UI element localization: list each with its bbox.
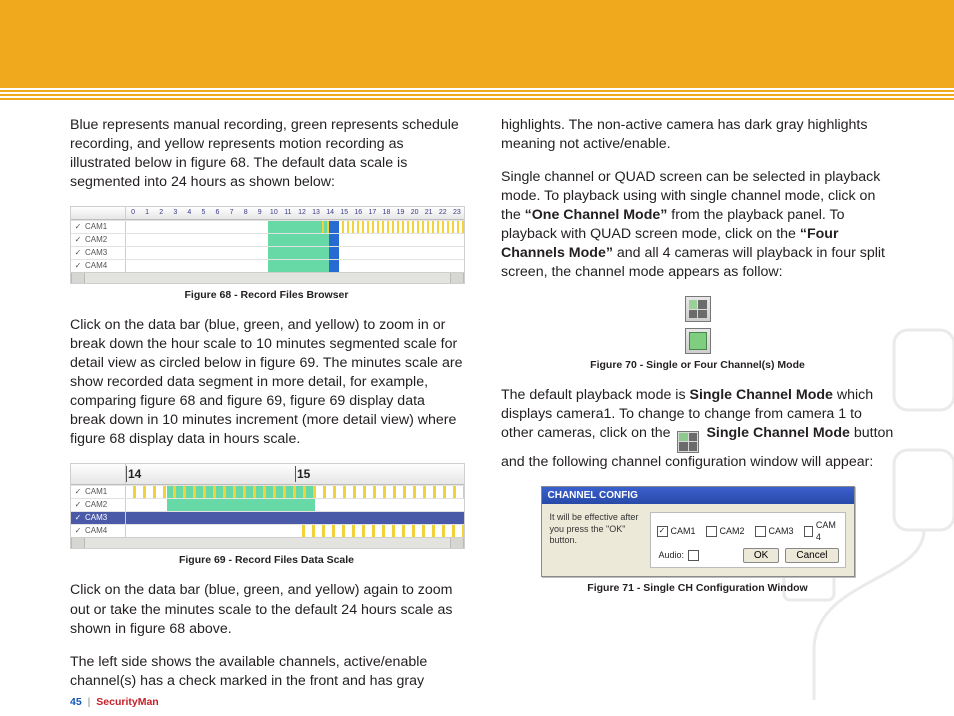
left-column: Blue represents manual recording, green … bbox=[70, 116, 463, 690]
figure-69-caption: Figure 69 - Record Files Data Scale bbox=[70, 553, 463, 567]
checkbox-cam4[interactable]: CAM 4 bbox=[804, 519, 839, 543]
checkbox-icon bbox=[706, 526, 717, 537]
checkmark-icon: ✓ bbox=[71, 247, 85, 259]
scroll-right-icon[interactable] bbox=[450, 538, 464, 548]
header-band bbox=[0, 0, 954, 88]
fig69-time-ruler: 14 15 bbox=[71, 464, 464, 485]
right-column: highlights. The non-active camera has da… bbox=[501, 116, 894, 690]
body-text: Click on the data bar (blue, green, and … bbox=[70, 581, 463, 638]
fig69-row-cam1[interactable]: ✓ CAM1 bbox=[71, 485, 464, 498]
body-text: The left side shows the available channe… bbox=[70, 653, 463, 691]
fig68-time-ruler: 01 23 45 67 89 1011 1213 1415 1617 1819 … bbox=[71, 207, 464, 220]
fig69-track[interactable] bbox=[126, 499, 464, 511]
checkmark-icon: ✓ bbox=[71, 512, 85, 524]
checkbox-cam3[interactable]: CAM3 bbox=[755, 519, 794, 543]
single-channel-mode-inline-icon[interactable] bbox=[677, 431, 699, 453]
scroll-right-icon[interactable] bbox=[450, 273, 464, 283]
checkbox-icon bbox=[688, 550, 699, 561]
body-text: The default playback mode is Single Chan… bbox=[501, 386, 894, 472]
dialog-audio-checkbox[interactable]: Audio: bbox=[659, 549, 700, 561]
fig69-track[interactable] bbox=[126, 525, 464, 537]
checkbox-icon bbox=[755, 526, 766, 537]
checkmark-icon: ✓ bbox=[71, 221, 85, 233]
page-content: Blue represents manual recording, green … bbox=[70, 116, 894, 690]
checkmark-icon: ✓ bbox=[71, 486, 85, 498]
scroll-left-icon[interactable] bbox=[71, 538, 85, 548]
page-number: 45 bbox=[70, 696, 82, 708]
figure-70-caption: Figure 70 - Single or Four Channel(s) Mo… bbox=[501, 358, 894, 372]
fig68-row-cam2[interactable]: ✓ CAM2 bbox=[71, 233, 464, 246]
checkbox-icon: ✓ bbox=[657, 526, 668, 537]
body-text: Click on the data bar (blue, green, and … bbox=[70, 316, 463, 449]
cancel-button[interactable]: Cancel bbox=[785, 548, 838, 563]
scroll-left-icon[interactable] bbox=[71, 273, 85, 283]
four-channel-mode-icon[interactable] bbox=[685, 328, 711, 354]
dialog-note-text: It will be effective after you press the… bbox=[550, 512, 642, 568]
checkmark-icon: ✓ bbox=[71, 260, 85, 272]
body-text: Blue represents manual recording, green … bbox=[70, 116, 463, 192]
fig69-row-cam3-selected[interactable]: ✓ CAM3 bbox=[71, 511, 464, 524]
checkmark-icon: ✓ bbox=[71, 525, 85, 537]
checkbox-icon bbox=[804, 526, 813, 537]
header-stripes bbox=[0, 88, 954, 102]
checkmark-icon: ✓ bbox=[71, 234, 85, 246]
fig69-row-cam4[interactable]: ✓ CAM4 bbox=[71, 524, 464, 537]
figure-71-channel-config-dialog: CHANNEL CONFIG It will be effective afte… bbox=[541, 486, 855, 577]
dialog-titlebar: CHANNEL CONFIG bbox=[542, 487, 854, 504]
fig69-track[interactable] bbox=[126, 486, 464, 498]
footer-brand: SecurityMan bbox=[96, 696, 158, 708]
figure-71-caption: Figure 71 - Single CH Configuration Wind… bbox=[501, 581, 894, 595]
checkbox-cam1[interactable]: ✓CAM1 bbox=[657, 519, 696, 543]
fig68-row-cam1[interactable]: ✓ CAM1 bbox=[71, 220, 464, 233]
fig68-track[interactable] bbox=[126, 260, 464, 272]
fig68-row-cam3[interactable]: ✓ CAM3 bbox=[71, 246, 464, 259]
figure-70-channel-mode-icons bbox=[501, 296, 894, 354]
fig68-scrollbar[interactable] bbox=[71, 272, 464, 283]
body-text: highlights. The non-active camera has da… bbox=[501, 116, 894, 154]
body-text: Single channel or QUAD screen can be sel… bbox=[501, 168, 894, 282]
dialog-panel: ✓CAM1 CAM2 CAM3 CAM 4 Audio: OK Cancel bbox=[650, 512, 846, 568]
checkmark-icon: ✓ bbox=[71, 499, 85, 511]
footer-separator: | bbox=[88, 696, 91, 708]
fig69-track[interactable] bbox=[126, 512, 464, 524]
fig68-track[interactable] bbox=[126, 234, 464, 246]
figure-69-record-files-data-scale: 14 15 ✓ CAM1 ✓ CAM2 ✓ CAM3 bbox=[70, 463, 465, 549]
checkbox-cam2[interactable]: CAM2 bbox=[706, 519, 745, 543]
ok-button[interactable]: OK bbox=[743, 548, 779, 563]
dialog-camera-checkboxes: ✓CAM1 CAM2 CAM3 CAM 4 bbox=[657, 519, 839, 543]
fig69-scrollbar[interactable] bbox=[71, 537, 464, 548]
figure-68-record-files-browser: 01 23 45 67 89 1011 1213 1415 1617 1819 … bbox=[70, 206, 465, 284]
fig68-track[interactable] bbox=[126, 221, 464, 233]
fig68-track[interactable] bbox=[126, 247, 464, 259]
fig69-row-cam2[interactable]: ✓ CAM2 bbox=[71, 498, 464, 511]
page-footer: 45 | SecurityMan bbox=[70, 696, 159, 708]
figure-68-caption: Figure 68 - Record Files Browser bbox=[70, 288, 463, 302]
fig68-row-cam4[interactable]: ✓ CAM4 bbox=[71, 259, 464, 272]
single-channel-mode-icon[interactable] bbox=[685, 296, 711, 322]
